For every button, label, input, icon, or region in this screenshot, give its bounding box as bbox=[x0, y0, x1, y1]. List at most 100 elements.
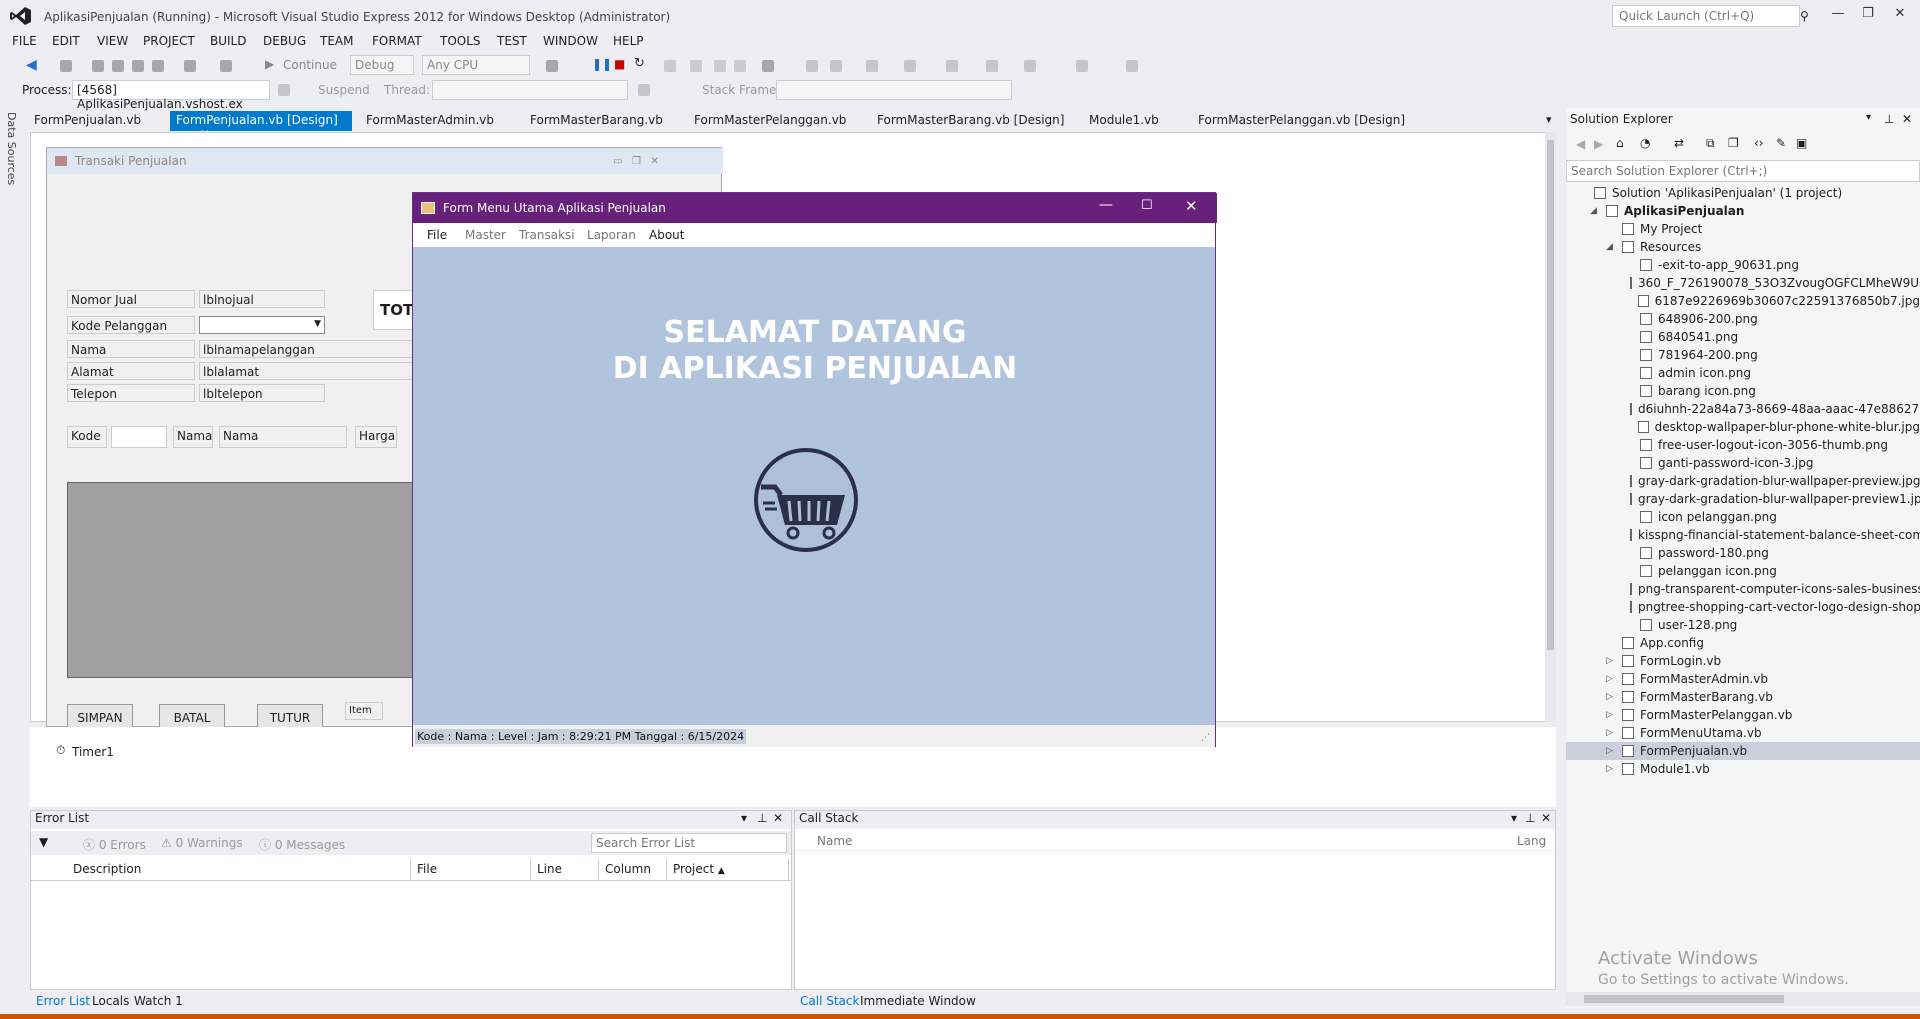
tree-item[interactable]: 648906-200.png bbox=[1566, 310, 1920, 328]
redo-icon[interactable] bbox=[220, 60, 232, 72]
step-icon[interactable] bbox=[664, 60, 676, 72]
tab-overflow-icon[interactable]: ▾ bbox=[1546, 113, 1552, 126]
tree-item[interactable]: ▷ FormMasterBarang.vb bbox=[1566, 688, 1920, 706]
solution-hscroll-thumb[interactable] bbox=[1584, 995, 1784, 1003]
menu-format[interactable]: FORMAT bbox=[372, 34, 422, 48]
new-project-icon[interactable] bbox=[92, 60, 104, 72]
col-line[interactable]: Line bbox=[531, 859, 599, 881]
align-icon[interactable] bbox=[806, 60, 818, 72]
tab-formmasterpelanggan-design[interactable]: FormMasterPelanggan.vb [Design] bbox=[1192, 111, 1411, 131]
resize-grip-icon[interactable]: ⋰ bbox=[1201, 733, 1210, 743]
align-middle-icon[interactable] bbox=[946, 60, 958, 72]
panel-menu-icon[interactable]: ▾ bbox=[1511, 811, 1517, 825]
designer-icon[interactable]: ▣ bbox=[1796, 136, 1807, 150]
col-name[interactable]: Name bbox=[817, 834, 852, 848]
item-grid[interactable] bbox=[67, 482, 437, 678]
size-height-icon[interactable] bbox=[1076, 60, 1088, 72]
tree-item[interactable]: App.config bbox=[1566, 634, 1920, 652]
back-icon[interactable]: ◀ bbox=[1576, 137, 1585, 151]
tab-formpenjualan-design[interactable]: FormPenjualan.vb [Design] ⊸ ✕ bbox=[170, 111, 352, 141]
tab-formmasterpelanggan-vb[interactable]: FormMasterPelanggan.vb bbox=[688, 111, 852, 131]
menu-test[interactable]: TEST bbox=[497, 34, 527, 48]
tree-item[interactable]: gray-dark-gradation-blur-wallpaper-previ… bbox=[1566, 472, 1920, 490]
suspend-button[interactable]: Suspend bbox=[318, 83, 370, 97]
running-minimize-button[interactable]: — bbox=[1099, 197, 1113, 213]
menu-project[interactable]: PROJECT bbox=[143, 34, 195, 48]
menu-view[interactable]: VIEW bbox=[97, 34, 128, 48]
align-center-icon[interactable] bbox=[830, 60, 842, 72]
run-menu-master[interactable]: Master bbox=[465, 228, 506, 242]
tab-locals[interactable]: Locals bbox=[92, 994, 129, 1008]
tree-item[interactable]: ▷ FormPenjualan.vb bbox=[1566, 742, 1920, 760]
align-right-icon[interactable] bbox=[866, 60, 878, 72]
tab-watch-1[interactable]: Watch 1 bbox=[134, 994, 183, 1008]
col-project[interactable]: Project ▲ bbox=[667, 859, 789, 881]
back-icon[interactable]: ◀ bbox=[26, 57, 37, 73]
forward-icon[interactable] bbox=[60, 60, 72, 72]
tree-item[interactable]: ◢ AplikasiPenjualan bbox=[1566, 202, 1920, 220]
tree-item[interactable]: desktop-wallpaper-blur-phone-white-blur.… bbox=[1566, 418, 1920, 436]
tutup-button[interactable]: TUTUR bbox=[257, 704, 323, 728]
platform-select[interactable]: Any CPU bbox=[422, 55, 530, 75]
tree-item[interactable]: ▷ FormMasterPelanggan.vb bbox=[1566, 706, 1920, 724]
collapsed-arrow-icon[interactable]: ▷ bbox=[1606, 764, 1616, 774]
tree-item[interactable]: ▷ FormMasterAdmin.vb bbox=[1566, 670, 1920, 688]
tree-item[interactable]: 781964-200.png bbox=[1566, 346, 1920, 364]
running-close-button[interactable]: ✕ bbox=[1185, 197, 1198, 215]
tree-item[interactable]: barang icon.png bbox=[1566, 382, 1920, 400]
run-menu-transaksi[interactable]: Transaksi bbox=[519, 228, 575, 242]
menu-help[interactable]: HELP bbox=[613, 34, 644, 48]
tree-item[interactable]: free-user-logout-icon-3056-thumb.png bbox=[1566, 436, 1920, 454]
tree-item[interactable]: ◢ Resources bbox=[1566, 238, 1920, 256]
collapsed-arrow-icon[interactable]: ▷ bbox=[1606, 692, 1616, 702]
tree-item[interactable]: user-128.png bbox=[1566, 616, 1920, 634]
tree-item[interactable]: 6187e9226969b30607c22591376850b7.jpg bbox=[1566, 292, 1920, 310]
tree-item[interactable]: ganti-password-icon-3.jpg bbox=[1566, 454, 1920, 472]
solution-hscroll[interactable] bbox=[1566, 992, 1920, 1006]
collapse-icon[interactable]: ⧉ bbox=[1706, 136, 1715, 151]
tab-call-stack[interactable]: Call Stack bbox=[800, 994, 859, 1008]
tab-module1-vb[interactable]: Module1.vb bbox=[1083, 111, 1165, 131]
tab-immediate-window[interactable]: Immediate Window bbox=[860, 994, 976, 1008]
col-column[interactable]: Column bbox=[599, 859, 667, 881]
tree-item[interactable]: kisspng-financial-statement-balance-shee… bbox=[1566, 526, 1920, 544]
tab-formmasterbarang-vb[interactable]: FormMasterBarang.vb bbox=[524, 111, 669, 131]
tree-item[interactable]: 6840541.png bbox=[1566, 328, 1920, 346]
tree-item[interactable]: gray-dark-gradation-blur-wallpaper-previ… bbox=[1566, 490, 1920, 508]
filter-icon[interactable]: ▼ bbox=[39, 835, 48, 849]
sync-icon[interactable]: ◔ bbox=[1640, 136, 1650, 150]
align-top-icon[interactable] bbox=[904, 60, 916, 72]
close-icon[interactable]: ✕ bbox=[1541, 811, 1551, 825]
stack-frame-select[interactable] bbox=[776, 80, 1012, 100]
tab-formpenjualan-vb[interactable]: FormPenjualan.vb bbox=[28, 111, 147, 131]
home-icon[interactable]: ⌂ bbox=[1616, 136, 1624, 150]
tree-item[interactable]: icon pelanggan.png bbox=[1566, 508, 1920, 526]
collapsed-arrow-icon[interactable]: ▷ bbox=[1606, 656, 1616, 666]
close-button[interactable]: ✕ bbox=[1889, 6, 1911, 24]
collapsed-arrow-icon[interactable]: ▷ bbox=[1606, 728, 1616, 738]
collapsed-arrow-icon[interactable]: ▷ bbox=[1606, 710, 1616, 720]
menu-edit[interactable]: EDIT bbox=[52, 34, 80, 48]
config-select[interactable]: Debug bbox=[350, 55, 414, 75]
expanded-arrow-icon[interactable]: ◢ bbox=[1606, 242, 1616, 252]
tree-item[interactable]: -exit-to-app_90631.png bbox=[1566, 256, 1920, 274]
step-over-icon[interactable] bbox=[714, 60, 726, 72]
menu-team[interactable]: TEAM bbox=[320, 34, 353, 48]
menu-build[interactable]: BUILD bbox=[210, 34, 246, 48]
col-file[interactable]: File bbox=[411, 859, 531, 881]
tab-formmasterbarang-design[interactable]: FormMasterBarang.vb [Design] bbox=[871, 111, 1070, 131]
format-icon[interactable] bbox=[762, 60, 774, 72]
step-into-icon[interactable] bbox=[690, 60, 702, 72]
pin-icon[interactable]: ⊥ bbox=[1525, 811, 1535, 825]
continue-icon[interactable]: ▶ bbox=[265, 57, 274, 71]
menu-debug[interactable]: DEBUG bbox=[263, 34, 306, 48]
tree-item[interactable]: pngtree-shopping-cart-vector-logo-design… bbox=[1566, 598, 1920, 616]
restart-icon[interactable]: ↻ bbox=[634, 56, 645, 71]
tree-item[interactable]: My Project bbox=[1566, 220, 1920, 238]
input-kode[interactable] bbox=[111, 426, 167, 448]
tree-item[interactable]: d6iuhnh-22a84a73-8669-48aa-aaac-47e88627… bbox=[1566, 400, 1920, 418]
menu-tools[interactable]: TOOLS bbox=[440, 34, 481, 48]
align-bottom-icon[interactable] bbox=[986, 60, 998, 72]
tree-item[interactable]: ▷ Module1.vb bbox=[1566, 760, 1920, 778]
collapsed-arrow-icon[interactable]: ▷ bbox=[1606, 746, 1616, 756]
